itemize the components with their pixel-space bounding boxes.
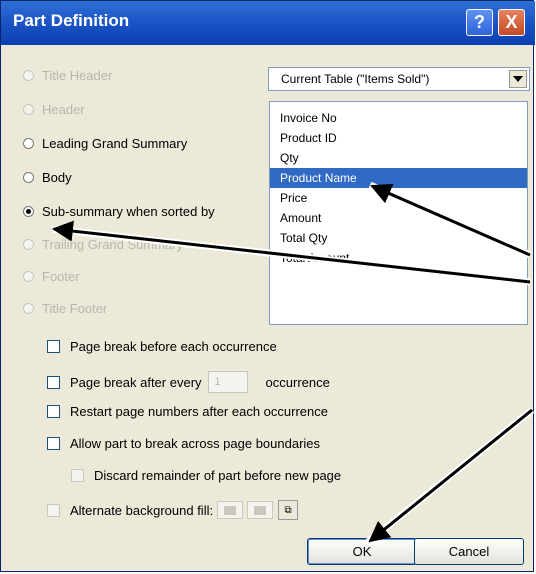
list-item[interactable]: Total Qty	[280, 228, 327, 248]
checkbox-label: Page break before each occurrence	[70, 339, 277, 354]
radio-title-header[interactable]: Title Header	[23, 68, 112, 83]
radio-label: Trailing Grand Summary	[42, 237, 184, 252]
cancel-button[interactable]: Cancel	[414, 538, 524, 565]
list-item[interactable]: Invoice No	[280, 108, 337, 128]
checkbox-label: Alternate background fill:	[70, 502, 214, 518]
radio-trailing-grand-summary[interactable]: Trailing Grand Summary	[23, 237, 183, 252]
list-item[interactable]: Amount	[280, 208, 321, 228]
radio-button-icon	[23, 172, 34, 183]
radio-leading-grand-summary[interactable]: Leading Grand Summary	[23, 136, 187, 151]
checkbox-alternate-fill[interactable]: Alternate background fill: ⧉	[47, 500, 299, 520]
radio-button-icon	[23, 271, 34, 282]
radio-label: Header	[42, 102, 85, 117]
list-item-selected[interactable]: Product Name	[270, 168, 527, 188]
checkbox-icon	[47, 405, 60, 418]
radio-label: Sub-summary when sorted by	[42, 204, 215, 219]
checkbox-icon	[47, 375, 60, 389]
checkbox-allow-break[interactable]: Allow part to break across page boundari…	[47, 436, 320, 451]
checkbox-icon	[47, 340, 60, 353]
page-break-count-input[interactable]: 1	[207, 371, 248, 393]
part-definition-dialog: Part Definition ? X Title Header Header …	[0, 0, 535, 572]
radio-button-selected-icon	[23, 206, 34, 217]
window-title: Part Definition	[13, 11, 130, 30]
fill-options-button[interactable]: ⧉	[278, 500, 299, 520]
checkbox-label: Page break after every	[70, 374, 202, 390]
checkbox-label: Allow part to break across page boundari…	[70, 436, 321, 451]
checkbox-icon	[47, 437, 60, 450]
list-item[interactable]: Product ID	[280, 128, 337, 148]
table-select[interactable]: Current Table ("Items Sold")	[268, 67, 530, 91]
chevron-down-icon[interactable]	[509, 70, 527, 88]
radio-label: Body	[42, 170, 72, 185]
checkbox-label: Discard remainder of part before new pag…	[94, 468, 342, 483]
radio-sub-summary[interactable]: Sub-summary when sorted by	[23, 204, 215, 219]
radio-button-icon	[23, 104, 34, 115]
fill-pattern-swatch[interactable]	[247, 501, 274, 519]
list-item[interactable]: Total Amount	[280, 248, 349, 268]
help-icon: ?	[474, 12, 485, 32]
fill-color-swatch[interactable]	[217, 501, 244, 519]
table-select-value: Current Table ("Items Sold")	[281, 72, 430, 86]
radio-label: Title Header	[42, 68, 113, 83]
radio-header[interactable]: Header	[23, 102, 85, 117]
radio-button-icon	[23, 239, 34, 250]
radio-button-icon	[23, 70, 34, 81]
checkbox-label: Restart page numbers after each occurren…	[70, 404, 328, 419]
close-button[interactable]: X	[498, 9, 525, 36]
checkbox-page-break-after[interactable]: Page break after every 1 occurrence	[47, 371, 330, 393]
checkbox-restart-page-numbers[interactable]: Restart page numbers after each occurren…	[47, 404, 328, 419]
copy-icon: ⧉	[284, 504, 292, 516]
field-list[interactable]: Invoice No Product ID Qty Product Name P…	[269, 101, 528, 325]
pattern-swatch-icon	[254, 505, 267, 515]
checkbox-icon	[71, 469, 84, 482]
color-swatch-icon	[224, 505, 237, 515]
radio-label: Title Footer	[42, 301, 108, 316]
radio-title-footer[interactable]: Title Footer	[23, 301, 107, 316]
checkbox-label-suffix: occurrence	[265, 374, 330, 390]
title-bar[interactable]: Part Definition ? X	[1, 1, 535, 45]
list-item[interactable]: Price	[280, 188, 307, 208]
checkbox-discard-remainder[interactable]: Discard remainder of part before new pag…	[71, 468, 341, 483]
radio-button-icon	[23, 138, 34, 149]
radio-label: Leading Grand Summary	[42, 136, 188, 151]
help-button[interactable]: ?	[466, 9, 493, 36]
radio-button-icon	[23, 303, 34, 314]
radio-footer[interactable]: Footer	[23, 269, 80, 284]
checkbox-page-break-before[interactable]: Page break before each occurrence	[47, 339, 277, 354]
list-item[interactable]: Qty	[280, 148, 299, 168]
ok-button[interactable]: OK	[307, 538, 417, 565]
radio-body[interactable]: Body	[23, 170, 72, 185]
radio-label: Footer	[42, 269, 80, 284]
checkbox-icon	[47, 503, 60, 517]
close-icon: X	[505, 12, 518, 32]
